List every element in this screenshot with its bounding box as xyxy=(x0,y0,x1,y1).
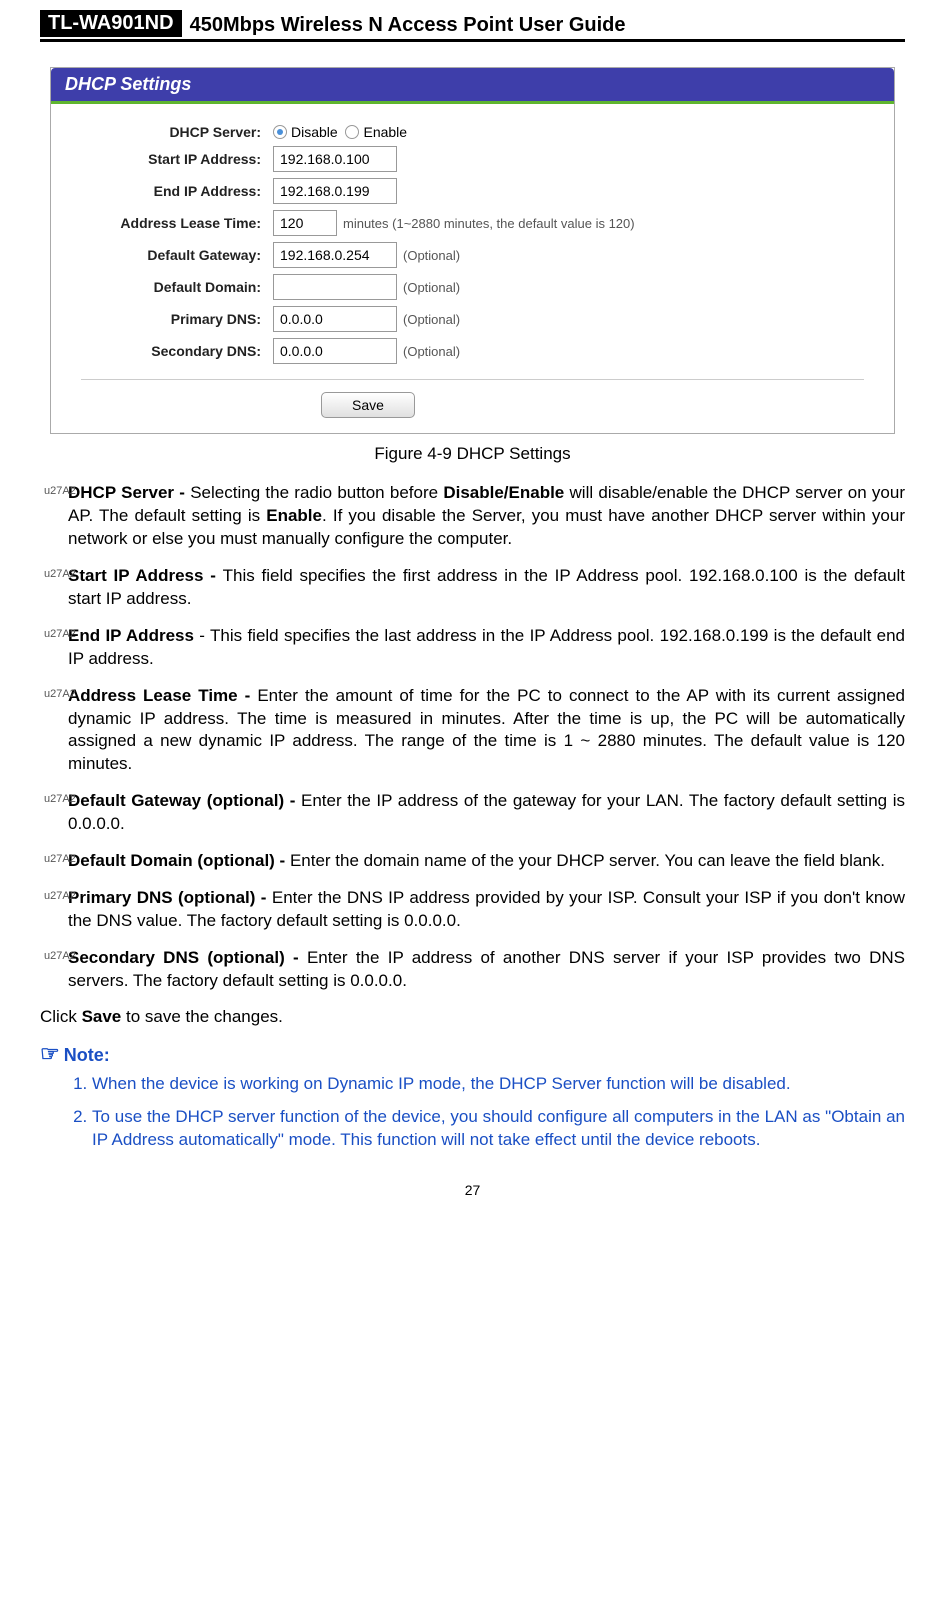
sdns-optional: (Optional) xyxy=(403,344,460,359)
note-item-1: When the device is working on Dynamic IP… xyxy=(92,1073,905,1096)
figure-caption: Figure 4-9 DHCP Settings xyxy=(40,444,905,464)
desc-secondary-dns: Secondary DNS (optional) - Enter the IP … xyxy=(40,947,905,993)
lease-input[interactable] xyxy=(273,210,337,236)
end-ip-input[interactable] xyxy=(273,178,397,204)
radio-enable[interactable] xyxy=(345,125,359,139)
page-title: 450Mbps Wireless N Access Point User Gui… xyxy=(190,14,626,37)
gateway-input[interactable] xyxy=(273,242,397,268)
radio-disable[interactable] xyxy=(273,125,287,139)
lease-label: Address Lease Time: xyxy=(81,215,273,231)
dhcp-settings-screenshot: DHCP Settings DHCP Server: Disable Enabl… xyxy=(50,67,895,434)
note-icon: ☞ xyxy=(40,1041,60,1066)
lease-hint: minutes (1~2880 minutes, the default val… xyxy=(343,216,635,231)
note-list: When the device is working on Dynamic IP… xyxy=(40,1073,905,1152)
desc-dhcp-server: DHCP Server - Selecting the radio button… xyxy=(40,482,905,551)
note-item-2: To use the DHCP server function of the d… xyxy=(92,1106,905,1152)
desc-lease-time: Address Lease Time - Enter the amount of… xyxy=(40,685,905,777)
start-ip-input[interactable] xyxy=(273,146,397,172)
end-ip-label: End IP Address: xyxy=(81,183,273,199)
gateway-label: Default Gateway: xyxy=(81,247,273,263)
field-descriptions: DHCP Server - Selecting the radio button… xyxy=(40,482,905,993)
page-header: TL-WA901ND 450Mbps Wireless N Access Poi… xyxy=(40,10,905,42)
save-button[interactable]: Save xyxy=(321,392,415,418)
desc-start-ip: Start IP Address - This field specifies … xyxy=(40,565,905,611)
click-save-text: Click Save to save the changes. xyxy=(40,1007,905,1027)
radio-enable-label: Enable xyxy=(363,124,407,140)
panel-title: DHCP Settings xyxy=(51,68,894,101)
domain-input[interactable] xyxy=(273,274,397,300)
radio-disable-label: Disable xyxy=(291,124,338,140)
domain-label: Default Domain: xyxy=(81,279,273,295)
desc-end-ip: End IP Address - This field specifies th… xyxy=(40,625,905,671)
desc-default-gateway: Default Gateway (optional) - Enter the I… xyxy=(40,790,905,836)
page-number: 27 xyxy=(40,1182,905,1198)
gateway-optional: (Optional) xyxy=(403,248,460,263)
sdns-input[interactable] xyxy=(273,338,397,364)
pdns-input[interactable] xyxy=(273,306,397,332)
model-badge: TL-WA901ND xyxy=(40,10,182,37)
desc-primary-dns: Primary DNS (optional) - Enter the DNS I… xyxy=(40,887,905,933)
start-ip-label: Start IP Address: xyxy=(81,151,273,167)
desc-default-domain: Default Domain (optional) - Enter the do… xyxy=(40,850,905,873)
note-heading: ☞Note: xyxy=(40,1041,905,1067)
dhcp-server-label: DHCP Server: xyxy=(81,124,273,140)
pdns-label: Primary DNS: xyxy=(81,311,273,327)
pdns-optional: (Optional) xyxy=(403,312,460,327)
domain-optional: (Optional) xyxy=(403,280,460,295)
sdns-label: Secondary DNS: xyxy=(81,343,273,359)
